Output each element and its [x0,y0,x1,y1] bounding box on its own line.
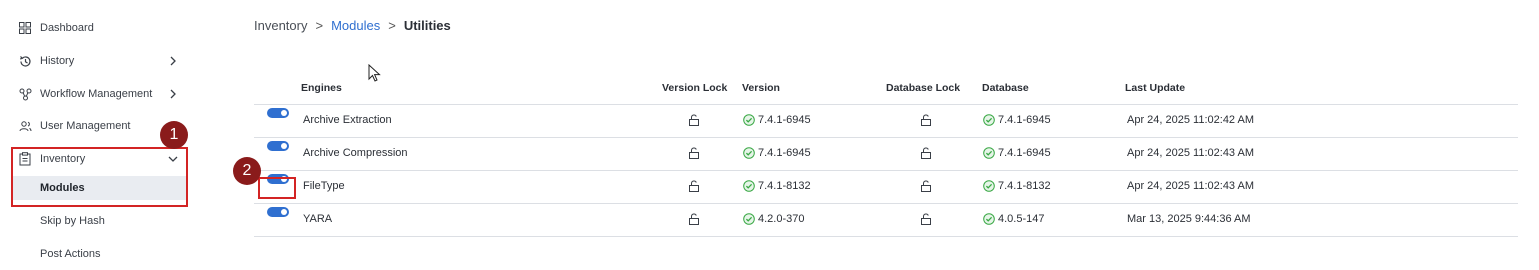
engine-name: Archive Compression [303,147,408,159]
engine-toggle[interactable] [267,207,289,217]
header-engines[interactable]: Engines [301,82,342,94]
database-cell: 7.4.1-8132 [983,180,1051,192]
sidebar-item-workflow-management[interactable]: Workflow Management [18,83,188,105]
header-database[interactable]: Database [982,82,1029,94]
unlock-icon[interactable] [920,147,932,162]
users-icon [18,119,32,133]
version-cell: 7.4.1-6945 [743,114,811,126]
unlock-icon[interactable] [688,213,700,228]
database-cell: 7.4.1-6945 [983,114,1051,126]
version-value: 4.2.0-370 [758,213,805,225]
engine-toggle[interactable] [267,108,289,118]
table-row: YARA 4.2.0-370 4.0.5-147 Mar 13, 2025 9:… [254,204,1518,237]
version-cell: 4.2.0-370 [743,213,804,225]
database-value: 7.4.1-6945 [998,114,1051,126]
check-circle-icon [743,114,755,126]
unlock-icon[interactable] [688,147,700,162]
unlock-icon[interactable] [920,213,932,228]
breadcrumb-current: Utilities [403,18,451,33]
sidebar-item-label: Dashboard [40,22,94,34]
step-marker-1: 1 [160,121,188,149]
modules-table: Engines Version Lock Version Database Lo… [254,72,1518,237]
database-value: 4.0.5-147 [998,213,1045,225]
breadcrumb-inventory[interactable]: Inventory [254,18,307,33]
unlock-icon[interactable] [688,180,700,195]
header-version[interactable]: Version [742,82,780,94]
check-circle-icon [743,180,755,192]
step-marker-2: 2 [233,157,261,185]
version-value: 7.4.1-6945 [758,114,811,126]
table-row: FileType 7.4.1-8132 7.4.1-8132 Apr 24, 2… [254,171,1518,204]
sidebar-item-label: History [40,55,75,67]
breadcrumb-separator: > [315,18,324,33]
check-circle-icon [743,147,755,159]
header-database-lock[interactable]: Database Lock [886,82,960,94]
database-value: 7.4.1-6945 [998,147,1051,159]
highlight-box-inventory [11,147,188,207]
engine-name: YARA [303,213,333,225]
last-update-value: Mar 13, 2025 9:44:36 AM [1127,213,1251,225]
check-circle-icon [983,213,995,225]
engine-name: FileType [303,180,345,192]
chevron-right-icon[interactable] [166,87,180,101]
version-cell: 7.4.1-6945 [743,147,811,159]
sidebar: Dashboard History Workflow Management Us… [0,0,195,270]
version-value: 7.4.1-6945 [758,147,811,159]
workflow-icon [18,87,32,101]
sidebar-item-label: Workflow Management [40,88,153,100]
sidebar-item-dashboard[interactable]: Dashboard [18,17,188,39]
grid-icon [18,21,32,35]
highlight-box-filetype-toggle [258,177,296,199]
header-last-update[interactable]: Last Update [1125,82,1185,94]
unlock-icon[interactable] [920,180,932,195]
unlock-icon[interactable] [920,114,932,129]
table-row: Archive Compression 7.4.1-6945 7.4.1-694… [254,138,1518,171]
last-update-value: Apr 24, 2025 11:02:43 AM [1127,180,1254,192]
chevron-right-icon[interactable] [166,54,180,68]
sidebar-subitem-label: Post Actions [40,248,101,260]
check-circle-icon [743,213,755,225]
breadcrumb-modules[interactable]: Modules [331,18,380,33]
last-update-value: Apr 24, 2025 11:02:42 AM [1127,114,1254,126]
engine-name: Archive Extraction [303,114,392,126]
table-row: Archive Extraction 7.4.1-6945 7.4.1-6945… [254,105,1518,138]
last-update-value: Apr 24, 2025 11:02:43 AM [1127,147,1254,159]
breadcrumb-separator: > [388,18,396,33]
breadcrumb: Inventory > Modules > Utilities [254,18,451,33]
database-value: 7.4.1-8132 [998,180,1051,192]
header-version-lock[interactable]: Version Lock [662,82,727,94]
table-header: Engines Version Lock Version Database Lo… [254,72,1518,105]
sidebar-item-history[interactable]: History [18,50,188,72]
version-value: 7.4.1-8132 [758,180,811,192]
unlock-icon[interactable] [688,114,700,129]
check-circle-icon [983,147,995,159]
database-cell: 4.0.5-147 [983,213,1044,225]
sidebar-subitem-post-actions[interactable]: Post Actions [13,242,187,266]
sidebar-subitem-skip-by-hash[interactable]: Skip by Hash [13,209,187,233]
history-icon [18,54,32,68]
check-circle-icon [983,180,995,192]
sidebar-subitem-label: Skip by Hash [40,215,105,227]
engine-toggle[interactable] [267,141,289,151]
database-cell: 7.4.1-6945 [983,147,1051,159]
sidebar-item-label: User Management [40,120,131,132]
check-circle-icon [983,114,995,126]
version-cell: 7.4.1-8132 [743,180,811,192]
